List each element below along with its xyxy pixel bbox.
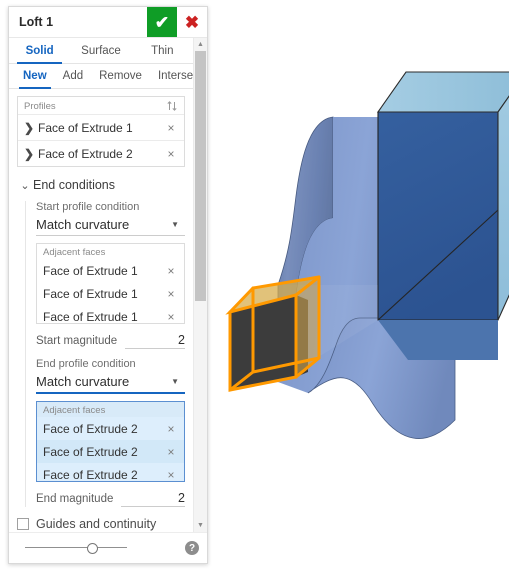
end-magnitude-row: End magnitude 2 — [36, 491, 185, 507]
slider-track — [25, 547, 127, 548]
guides-checkbox[interactable] — [17, 518, 29, 530]
dialog-body: Solid Surface Thin New Add Remove Inters… — [9, 38, 207, 532]
scroll-down-arrow-icon[interactable]: ▼ — [194, 519, 207, 532]
tab-remove[interactable]: Remove — [91, 64, 150, 88]
remove-face-icon[interactable]: × — [164, 446, 178, 458]
profile-item-2[interactable]: ❯ Face of Extrude 2 × — [18, 140, 184, 166]
tab-surface[interactable]: Surface — [70, 38, 131, 63]
start-adjacent-faces-list[interactable]: Adjacent faces Face of Extrude 1 × Face … — [36, 243, 185, 324]
end-adjacent-faces-label: Adjacent faces — [43, 405, 106, 416]
plate-right-face — [497, 95, 509, 321]
checkmark-icon: ✔ — [154, 12, 170, 32]
tab-intersect-label: Intersect — [157, 70, 193, 82]
tab-remove-label: Remove — [99, 70, 142, 82]
opacity-slider[interactable] — [17, 541, 175, 555]
list-item[interactable]: Face of Extrude 2 × — [37, 440, 184, 463]
list-item[interactable]: Face of Extrude 1 × — [37, 282, 184, 305]
face-label: Face of Extrude 2 — [43, 421, 138, 436]
chevron-down-icon: ⌄ — [20, 179, 30, 192]
start-magnitude-input[interactable]: 2 — [125, 333, 185, 349]
close-icon: ✖ — [184, 12, 200, 32]
app-root: Loft 1 ✔ ✖ Solid Surface Thin New Add Re… — [0, 0, 509, 581]
cancel-button[interactable]: ✖ — [177, 7, 207, 37]
dialog-content: Solid Surface Thin New Add Remove Inters… — [9, 38, 193, 532]
remove-face-icon[interactable]: × — [164, 311, 178, 323]
dialog-title: Loft 1 — [19, 15, 54, 29]
tab-thin-label: Thin — [151, 44, 174, 57]
help-glyph: ? — [188, 542, 196, 554]
sort-updown-icon[interactable] — [166, 100, 178, 112]
tabs-primary: Solid Surface Thin — [9, 38, 193, 64]
tab-solid-label: Solid — [25, 44, 54, 57]
tab-new-label: New — [23, 70, 47, 82]
dialog-footer: ? — [9, 532, 207, 563]
guides-and-continuity-row[interactable]: Guides and continuity — [17, 517, 193, 531]
tabs-secondary: New Add Remove Intersect — [9, 64, 193, 89]
scrollbar-track[interactable] — [194, 51, 207, 519]
end-adjacent-faces-list[interactable]: Adjacent faces Face of Extrude 2 × Face … — [36, 401, 185, 482]
remove-face-icon[interactable]: × — [164, 265, 178, 277]
end-conditions-header[interactable]: ⌄ End conditions — [17, 178, 193, 192]
plate-top-face — [376, 71, 509, 113]
dialog-scrollbar[interactable]: ▲ ▼ — [193, 38, 207, 532]
face-label: Face of Extrude 1 — [43, 309, 138, 324]
end-magnitude-label: End magnitude — [36, 493, 114, 505]
profiles-section: Profiles ❯ Face of Extrude 1 × ❯ Face of — [17, 96, 185, 167]
end-profile-condition-label: End profile condition — [36, 358, 136, 370]
scrollbar-thumb[interactable] — [195, 51, 206, 301]
end-profile-condition-value: Match curvature — [36, 374, 130, 389]
list-item[interactable]: Face of Extrude 1 × — [37, 305, 184, 324]
profiles-label: Profiles — [24, 100, 56, 112]
end-profile-condition-dropdown[interactable]: Match curvature ▼ — [36, 371, 185, 394]
profile-item-1[interactable]: ❯ Face of Extrude 1 × — [18, 114, 184, 140]
accept-button[interactable]: ✔ — [147, 7, 177, 37]
remove-face-icon[interactable]: × — [164, 288, 178, 300]
scroll-up-arrow-icon[interactable]: ▲ — [194, 38, 207, 51]
dialog-titlebar: Loft 1 ✔ ✖ — [9, 7, 207, 38]
start-magnitude-label: Start magnitude — [36, 335, 118, 347]
loft-dialog-panel: Loft 1 ✔ ✖ Solid Surface Thin New Add Re… — [8, 6, 208, 564]
face-label: Face of Extrude 2 — [43, 444, 138, 459]
start-magnitude-row: Start magnitude 2 — [36, 333, 185, 349]
list-item[interactable]: Face of Extrude 2 × — [37, 417, 184, 440]
tab-add-label: Add — [62, 70, 84, 82]
loft-model-graphic — [225, 71, 509, 439]
tab-add[interactable]: Add — [55, 64, 91, 88]
face-label: Face of Extrude 2 — [43, 467, 138, 482]
start-profile-condition-dropdown[interactable]: Match curvature ▼ — [36, 214, 185, 236]
guides-and-continuity-label: Guides and continuity — [36, 517, 157, 531]
remove-face-icon[interactable]: × — [164, 469, 178, 481]
end-conditions-label: End conditions — [33, 178, 116, 192]
start-profile-condition-label: Start profile condition — [36, 201, 140, 213]
remove-face-icon[interactable]: × — [164, 423, 178, 435]
face-label: Face of Extrude 1 — [43, 286, 138, 301]
list-item[interactable]: Face of Extrude 2 × — [37, 463, 184, 482]
face-label: Face of Extrude 1 — [43, 263, 138, 278]
end-conditions-group: Start profile condition Match curvature … — [25, 201, 193, 507]
help-icon[interactable]: ? — [185, 541, 199, 555]
chevron-right-icon[interactable]: ❯ — [24, 121, 38, 135]
profiles-header: Profiles — [18, 97, 184, 114]
list-item[interactable]: Face of Extrude 1 × — [37, 259, 184, 282]
tab-intersect[interactable]: Intersect — [150, 64, 193, 88]
3d-model-viewport[interactable] — [208, 0, 509, 581]
start-adjacent-faces-label: Adjacent faces — [43, 247, 106, 258]
start-profile-condition-value: Match curvature — [36, 217, 130, 232]
remove-profile-icon[interactable]: × — [164, 122, 178, 134]
tab-new[interactable]: New — [15, 64, 55, 89]
profile-item-label: Face of Extrude 2 — [38, 146, 133, 161]
chevron-down-icon: ▼ — [171, 377, 179, 386]
slider-handle[interactable] — [87, 543, 98, 554]
front-face-upper — [377, 111, 499, 321]
tab-solid[interactable]: Solid — [9, 38, 70, 64]
end-magnitude-input[interactable]: 2 — [121, 491, 185, 507]
tab-surface-label: Surface — [81, 44, 121, 57]
remove-profile-icon[interactable]: × — [164, 148, 178, 160]
chevron-down-icon: ▼ — [171, 220, 179, 229]
chevron-right-icon[interactable]: ❯ — [24, 147, 38, 161]
tab-thin[interactable]: Thin — [132, 38, 193, 63]
profile-item-label: Face of Extrude 1 — [38, 120, 133, 135]
